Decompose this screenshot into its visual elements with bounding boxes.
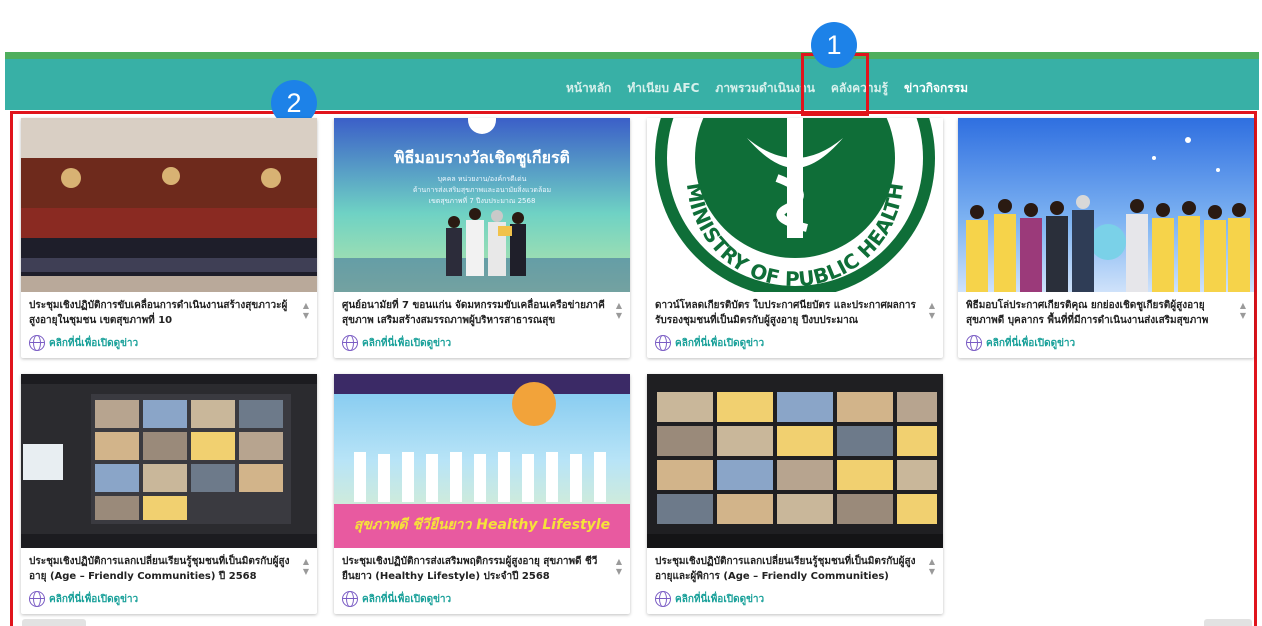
news-title[interactable]: ศูนย์อนามัยที่ 7 ขอนแก่น จัดมหกรรมขับเคล… xyxy=(342,298,608,330)
video-conference-image xyxy=(21,374,317,548)
open-news-link[interactable]: คลิกที่นี่เพื่อเปิดดูข่าว xyxy=(29,590,138,608)
carousel-prev-control[interactable] xyxy=(22,619,86,626)
open-news-link-label[interactable]: คลิกที่นี่เพื่อเปิดดูข่าว xyxy=(675,336,764,351)
top-navigation-bar: หน้าหลัก ทำเนียบ AFC ภาพรวมดำเนินงาน คลั… xyxy=(5,52,1259,110)
news-thumbnail[interactable]: สุขภาพดี ชีวียืนยาว Healthy Lifestyle xyxy=(334,374,630,548)
globe-icon xyxy=(655,335,671,351)
news-card[interactable]: MINISTRY OF PUBLIC HEALTH ดาวน์โหลดเกียร… xyxy=(647,118,943,358)
title-scroll-arrows[interactable]: ▲ ▼ xyxy=(927,557,937,583)
open-news-link[interactable]: คลิกที่นี่เพื่อเปิดดูข่าว xyxy=(29,334,138,352)
news-title[interactable]: ประชุมเชิงปฏิบัติการแลกเปลี่ยนเรียนรู้ชุ… xyxy=(655,554,921,586)
title-scroll-arrows[interactable]: ▲ ▼ xyxy=(614,557,624,583)
news-title[interactable]: พิธีมอบโล่ประกาศเกียรติคุณ ยกย่องเชิดชูเ… xyxy=(966,298,1232,330)
news-thumbnail[interactable] xyxy=(647,374,943,548)
news-card[interactable]: พิธีมอบรางวัลเชิดชูเกียรติ บุคคล หน่วยงา… xyxy=(334,118,630,358)
open-news-link-label[interactable]: คลิกที่นี่เพื่อเปิดดูข่าว xyxy=(362,592,451,607)
video-conference-image xyxy=(647,392,943,548)
nav-item-afc-directory[interactable]: ทำเนียบ AFC xyxy=(627,79,699,98)
open-news-link-label[interactable]: คลิกที่นี่เพื่อเปิดดูข่าว xyxy=(49,592,138,607)
news-title[interactable]: ประชุมเชิงปฏิบัติการแลกเปลี่ยนเรียนรู้ชุ… xyxy=(29,554,295,586)
open-news-link[interactable]: คลิกที่นี่เพื่อเปิดดูข่าว xyxy=(342,590,451,608)
news-title[interactable]: ดาวน์โหลดเกียรติบัตร ใบประกาศนียบัตร และ… xyxy=(655,298,921,330)
globe-icon xyxy=(342,591,358,607)
open-news-link[interactable]: คลิกที่นี่เพื่อเปิดดูข่าว xyxy=(655,334,764,352)
title-scroll-arrows[interactable]: ▲ ▼ xyxy=(1238,301,1248,327)
news-card[interactable]: ประชุมเชิงปฏิบัติการแลกเปลี่ยนเรียนรู้ชุ… xyxy=(647,374,943,614)
nav-menu: หน้าหลัก ทำเนียบ AFC ภาพรวมดำเนินงาน คลั… xyxy=(5,75,1259,101)
globe-icon xyxy=(29,335,45,351)
open-news-link[interactable]: คลิกที่นี่เพื่อเปิดดูข่าว xyxy=(655,590,764,608)
globe-icon xyxy=(966,335,982,351)
nav-item-overview[interactable]: ภาพรวมดำเนินงาน xyxy=(715,79,815,98)
news-thumbnail[interactable] xyxy=(21,118,317,292)
news-card[interactable]: สุขภาพดี ชีวียืนยาว Healthy Lifestyle ปร… xyxy=(334,374,630,614)
globe-icon xyxy=(342,335,358,351)
news-card[interactable]: ประชุมเชิงปฏิบัติการแลกเปลี่ยนเรียนรู้ชุ… xyxy=(21,374,317,614)
globe-icon xyxy=(29,591,45,607)
open-news-link[interactable]: คลิกที่นี่เพื่อเปิดดูข่าว xyxy=(342,334,451,352)
title-scroll-arrows[interactable]: ▲ ▼ xyxy=(301,557,311,583)
award-people-image xyxy=(334,208,630,292)
nav-item-home[interactable]: หน้าหลัก xyxy=(566,79,611,98)
globe-icon xyxy=(655,591,671,607)
news-thumbnail[interactable] xyxy=(958,118,1254,292)
carousel-next-control[interactable] xyxy=(1204,619,1252,626)
title-scroll-arrows[interactable]: ▲ ▼ xyxy=(614,301,624,327)
news-card[interactable]: พิธีมอบโล่ประกาศเกียรติคุณ ยกย่องเชิดชูเ… xyxy=(958,118,1254,358)
ministry-seal-image: MINISTRY OF PUBLIC HEALTH xyxy=(655,118,935,292)
stage-group-image xyxy=(966,137,1250,292)
open-news-link-label[interactable]: คลิกที่นี่เพื่อเปิดดูข่าว xyxy=(675,592,764,607)
title-scroll-arrows[interactable]: ▲ ▼ xyxy=(301,301,311,327)
open-news-link-label[interactable]: คลิกที่นี่เพื่อเปิดดูข่าว xyxy=(49,336,138,351)
open-news-link-label[interactable]: คลิกที่นี่เพื่อเปิดดูข่าว xyxy=(362,336,451,351)
news-thumbnail[interactable] xyxy=(21,374,317,548)
news-card[interactable]: ประชุมเชิงปฏิบัติการขับเคลื่อนการดำเนินง… xyxy=(21,118,317,358)
news-thumbnail[interactable]: พิธีมอบรางวัลเชิดชูเกียรติ บุคคล หน่วยงา… xyxy=(334,118,630,292)
healthy-lifestyle-banner: สุขภาพดี ชีวียืนยาว Healthy Lifestyle xyxy=(353,517,611,533)
nav-item-activity-news[interactable]: ข่าวกิจกรรม xyxy=(904,79,968,98)
title-scroll-arrows[interactable]: ▲ ▼ xyxy=(927,301,937,327)
news-title[interactable]: ประชุมเชิงปฏิบัติการขับเคลื่อนการดำเนินง… xyxy=(29,298,295,330)
open-news-link[interactable]: คลิกที่นี่เพื่อเปิดดูข่าว xyxy=(966,334,1075,352)
open-news-link-label[interactable]: คลิกที่นี่เพื่อเปิดดูข่าว xyxy=(986,336,1075,351)
page: หน้าหลัก ทำเนียบ AFC ภาพรวมดำเนินงาน คลั… xyxy=(0,0,1262,626)
news-thumbnail[interactable]: MINISTRY OF PUBLIC HEALTH xyxy=(647,118,943,292)
auditorium-photo-image xyxy=(21,118,317,292)
news-title[interactable]: ประชุมเชิงปฏิบัติการส่งเสริมพฤติกรรมผู้ส… xyxy=(342,554,608,586)
step-marker-1: 1 xyxy=(811,22,857,68)
